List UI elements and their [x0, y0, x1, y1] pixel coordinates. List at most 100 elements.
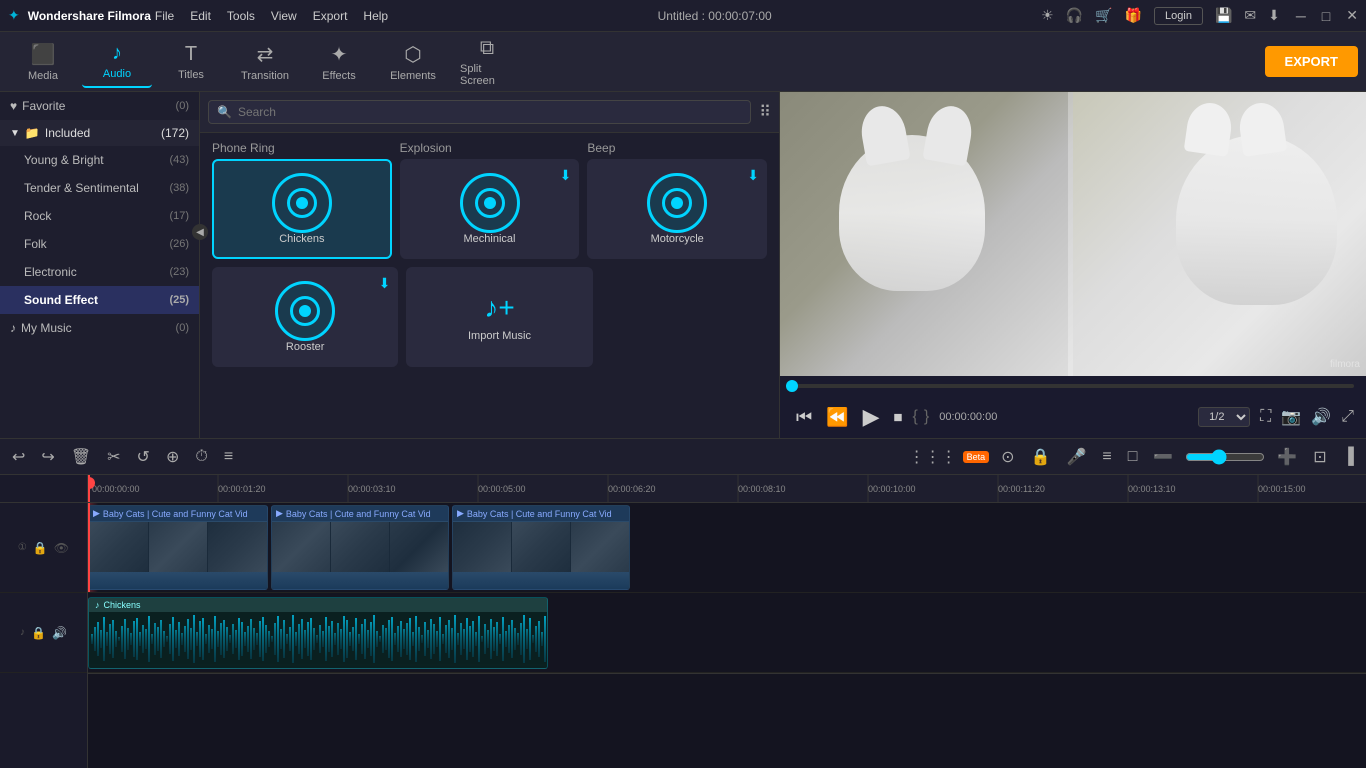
- watermark: filmora: [1330, 359, 1360, 370]
- login-button[interactable]: Login: [1154, 7, 1203, 25]
- tender-count: (38): [169, 182, 189, 194]
- menu-help[interactable]: Help: [363, 9, 388, 23]
- volume-icon[interactable]: 🔊: [1311, 407, 1331, 427]
- beta-badge: Beta: [963, 451, 990, 463]
- sound-card-rooster[interactable]: ⬇ Rooster: [212, 267, 398, 367]
- chickens-label: Chickens: [279, 233, 324, 245]
- sun-icon[interactable]: ☀: [1041, 7, 1054, 24]
- zoom-slider[interactable]: [1185, 449, 1265, 465]
- duration-button[interactable]: ⏱: [191, 444, 211, 470]
- sound-card-chickens[interactable]: Chickens: [212, 159, 392, 259]
- sidebar-item-tender[interactable]: Tender & Sentimental (38): [0, 174, 199, 202]
- menu-edit[interactable]: Edit: [190, 9, 211, 23]
- audio-lock-icon[interactable]: 🔒: [31, 626, 46, 640]
- ruler-mark-6: 00:00:10:00: [868, 484, 916, 494]
- toolbar-effects[interactable]: ✦ Effects: [304, 36, 374, 88]
- menu-view[interactable]: View: [271, 9, 297, 23]
- music-center-2: [484, 197, 496, 209]
- search-input[interactable]: [238, 105, 742, 119]
- toolbar-transition[interactable]: ⇄ Transition: [230, 36, 300, 88]
- snapshot-icon[interactable]: 📷: [1281, 407, 1301, 427]
- stop-button[interactable]: ⏹: [890, 403, 907, 432]
- video-clip-3[interactable]: ▶ Baby Cats | Cute and Funny Cat Vid: [452, 505, 630, 590]
- search-box: 🔍: [208, 100, 751, 124]
- toolbar-audio[interactable]: ♪ Audio: [82, 36, 152, 88]
- layout-button[interactable]: □: [1124, 444, 1142, 470]
- waveform-button[interactable]: ⋮⋮⋮: [905, 443, 961, 471]
- cut-button[interactable]: ✂: [103, 443, 124, 471]
- save-icon[interactable]: 💾: [1215, 7, 1232, 24]
- cart-icon[interactable]: 🛒: [1095, 7, 1112, 24]
- zoom-in-button[interactable]: ➕: [1273, 443, 1301, 471]
- sidebar-item-included[interactable]: ▼ 📁 Included (172): [0, 120, 199, 146]
- export-button[interactable]: EXPORT: [1265, 46, 1358, 77]
- undo-button[interactable]: ↩: [8, 443, 29, 471]
- progress-track[interactable]: [792, 384, 1354, 388]
- skip-back-button[interactable]: ⏮: [792, 403, 816, 432]
- mix-button[interactable]: ≡: [1098, 444, 1115, 470]
- progress-handle[interactable]: [786, 380, 798, 392]
- toolbar-split-screen[interactable]: ⧉ Split Screen: [452, 36, 522, 88]
- horizontal-scrollbar[interactable]: [88, 673, 1366, 685]
- toolbar-media[interactable]: ⬛ Media: [8, 36, 78, 88]
- close-button[interactable]: ✕: [1346, 7, 1358, 24]
- sidebar-item-folk[interactable]: Folk (26): [0, 230, 199, 258]
- toolbar-elements[interactable]: ⬡ Elements: [378, 36, 448, 88]
- music-ring-2: [475, 188, 505, 218]
- add-button[interactable]: ⊕: [162, 443, 183, 471]
- gift-icon[interactable]: 🎁: [1125, 7, 1142, 24]
- lock-track-icon[interactable]: 🔒: [33, 541, 48, 555]
- play-button[interactable]: ▶: [859, 400, 884, 434]
- collapse-button[interactable]: ▐: [1339, 444, 1358, 470]
- collapse-panel-button[interactable]: ◀: [192, 224, 208, 240]
- ruler-mark-1: 00:00:01:20: [218, 484, 266, 494]
- timeline-ruler[interactable]: 00:00:00:00 00:00:01:20 00:00:03:10 00:0…: [88, 475, 1366, 503]
- sidebar-item-sound-effect[interactable]: Sound Effect (25): [0, 286, 199, 314]
- settings2-button[interactable]: ⊙: [997, 443, 1018, 471]
- sidebar-item-my-music[interactable]: ♪ My Music (0): [0, 314, 199, 342]
- sidebar-item-young-bright[interactable]: Young & Bright (43): [0, 146, 199, 174]
- maximize-button[interactable]: □: [1322, 8, 1330, 24]
- rooster-download-icon[interactable]: ⬇: [379, 275, 391, 292]
- audio-clip-chickens[interactable]: ♪ Chickens: [88, 597, 548, 669]
- audio-volume-icon[interactable]: 🔊: [52, 626, 67, 640]
- menu-export[interactable]: Export: [313, 9, 348, 23]
- grid-options-button[interactable]: ⠿: [759, 102, 771, 122]
- motorcycle-download-icon[interactable]: ⬇: [747, 167, 759, 184]
- video-clip-2[interactable]: ▶ Baby Cats | Cute and Funny Cat Vid: [271, 505, 449, 590]
- download-icon[interactable]: ⬇: [1268, 7, 1280, 24]
- zoom-out-button[interactable]: ➖: [1149, 443, 1177, 471]
- expand-icon[interactable]: ⤢: [1341, 408, 1354, 426]
- sound-card-motorcycle[interactable]: ⬇ Motorcycle: [587, 159, 767, 259]
- menu-tools[interactable]: Tools: [227, 9, 255, 23]
- fullscreen-icon[interactable]: ⛶: [1260, 408, 1271, 426]
- sound-card-import[interactable]: ♪+ Import Music: [406, 267, 592, 367]
- headphone-icon[interactable]: 🎧: [1066, 7, 1083, 24]
- audio-waveform-svg: [89, 612, 547, 664]
- sidebar-item-electronic[interactable]: Electronic (23): [0, 258, 199, 286]
- settings-button[interactable]: ≡: [220, 444, 237, 470]
- sidebar-item-rock[interactable]: Rock (17): [0, 202, 199, 230]
- minimize-button[interactable]: ─: [1296, 8, 1306, 24]
- lock-button[interactable]: 🔒: [1027, 443, 1055, 471]
- video-clip-1[interactable]: ▶ Baby Cats | Cute and Funny Cat Vid: [88, 505, 268, 590]
- redo-button[interactable]: ↪: [37, 443, 58, 471]
- mic-button[interactable]: 🎤: [1062, 443, 1090, 471]
- toolbar-audio-label: Audio: [103, 68, 131, 80]
- quality-select[interactable]: 1/2Full1/4: [1198, 407, 1250, 427]
- rooster-label: Rooster: [286, 341, 325, 353]
- delete-button[interactable]: 🗑: [67, 443, 95, 471]
- mechinical-download-icon[interactable]: ⬇: [560, 167, 572, 184]
- elements-icon: ⬡: [404, 42, 421, 67]
- mail-icon[interactable]: ✉: [1244, 7, 1256, 24]
- sound-card-mechinical[interactable]: ⬇ Mechinical: [400, 159, 580, 259]
- sidebar-item-favorite[interactable]: ♥ Favorite (0): [0, 92, 199, 120]
- frame-back-button[interactable]: ⏪: [822, 403, 852, 432]
- toolbar-titles[interactable]: T Titles: [156, 36, 226, 88]
- loop-button[interactable]: ↺: [133, 443, 154, 471]
- eye-track-icon[interactable]: 👁: [54, 541, 69, 555]
- menu-file[interactable]: File: [155, 9, 174, 23]
- playback-bar: [780, 376, 1366, 396]
- title-bar: ✦ Wondershare Filmora File Edit Tools Vi…: [0, 0, 1366, 32]
- fit-button[interactable]: ⊡: [1309, 443, 1330, 471]
